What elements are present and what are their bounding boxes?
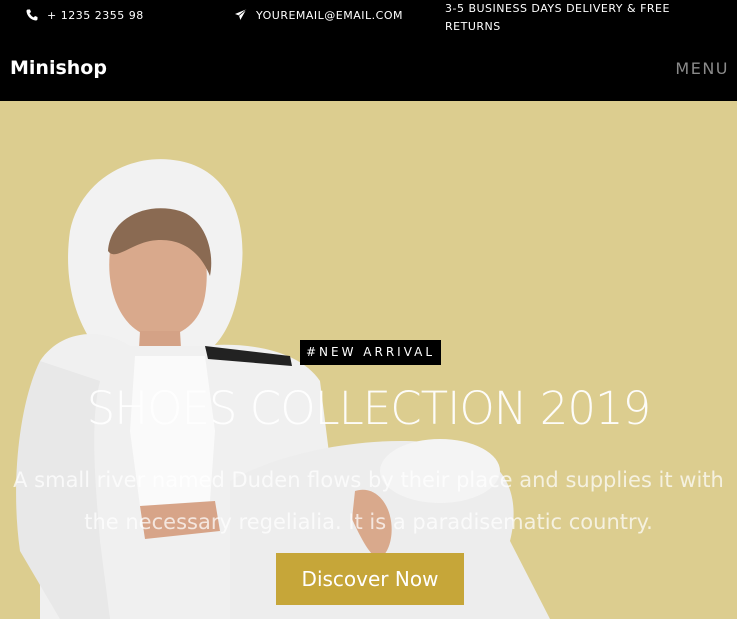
top-info-bar: + 1235 2355 98 YOUREMAIL@EMAIL.COM 3-5 B… — [0, 0, 737, 40]
discover-now-button[interactable]: Discover Now — [276, 553, 464, 605]
menu-toggle-button[interactable]: MENU — [675, 59, 729, 78]
contact-phone[interactable]: + 1235 2355 98 — [25, 8, 144, 22]
main-navbar: Minishop MENU — [0, 40, 737, 101]
new-arrival-badge: #NEW ARRIVAL — [300, 340, 442, 365]
phone-icon — [25, 8, 39, 22]
paper-plane-icon — [234, 8, 248, 22]
contact-email[interactable]: YOUREMAIL@EMAIL.COM — [234, 8, 403, 22]
phone-number: + 1235 2355 98 — [47, 8, 144, 22]
hero-section: #NEW ARRIVAL SHOES COLLECTION 2019 A sma… — [0, 101, 737, 619]
email-address: YOUREMAIL@EMAIL.COM — [256, 8, 403, 22]
brand-logo[interactable]: Minishop — [10, 57, 107, 79]
hero-subtitle: A small river named Duden flows by their… — [13, 468, 724, 534]
delivery-notice: 3-5 BUSINESS DAYS DELIVERY & FREE RETURN… — [445, 2, 670, 33]
hero-title: SHOES COLLECTION 2019 — [86, 382, 652, 435]
